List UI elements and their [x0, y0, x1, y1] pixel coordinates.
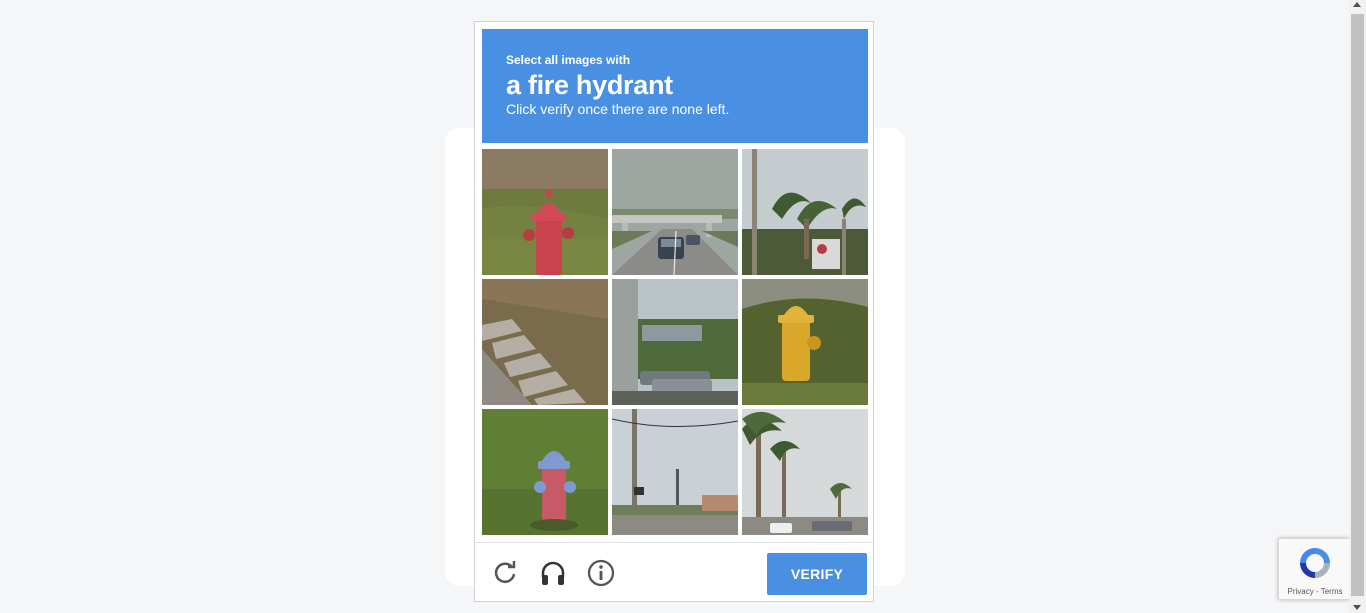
image-tile-9[interactable] [742, 409, 868, 535]
terms-link[interactable]: Terms [1321, 587, 1343, 596]
privacy-link[interactable]: Privacy [1288, 587, 1314, 596]
image-tile-7[interactable] [482, 409, 608, 535]
recaptcha-logo-icon [1300, 548, 1330, 578]
image-tile-1[interactable] [482, 149, 608, 275]
instruction-prefix: Select all images with [506, 53, 631, 67]
image-tile-5[interactable] [612, 279, 738, 405]
scroll-down-arrow-icon[interactable] [1353, 605, 1361, 610]
image-grid [482, 149, 868, 535]
scroll-thumb[interactable] [1351, 14, 1364, 596]
image-tile-3[interactable] [742, 149, 868, 275]
verify-button[interactable]: VERIFY [767, 553, 867, 595]
instruction-target: a fire hydrant [506, 70, 673, 100]
scroll-up-arrow-icon[interactable] [1353, 2, 1361, 7]
image-tile-6[interactable] [742, 279, 868, 405]
image-tile-2[interactable] [612, 149, 738, 275]
reload-icon[interactable] [491, 559, 519, 587]
image-tile-8[interactable] [612, 409, 738, 535]
challenge-header: Select all images with a fire hydrant Cl… [482, 29, 868, 143]
badge-separator: - [1313, 587, 1321, 596]
challenge-footer: VERIFY [475, 542, 873, 601]
page-scrollbar[interactable] [1349, 0, 1366, 613]
image-tile-4[interactable] [482, 279, 608, 405]
info-icon[interactable] [587, 559, 615, 587]
captcha-challenge: Select all images with a fire hydrant Cl… [474, 21, 874, 602]
headphones-icon[interactable] [539, 559, 567, 587]
instruction-suffix: Click verify once there are none left. [506, 101, 730, 117]
recaptcha-badge[interactable]: Privacy - Terms [1278, 538, 1350, 600]
badge-links: Privacy - Terms [1279, 587, 1351, 596]
